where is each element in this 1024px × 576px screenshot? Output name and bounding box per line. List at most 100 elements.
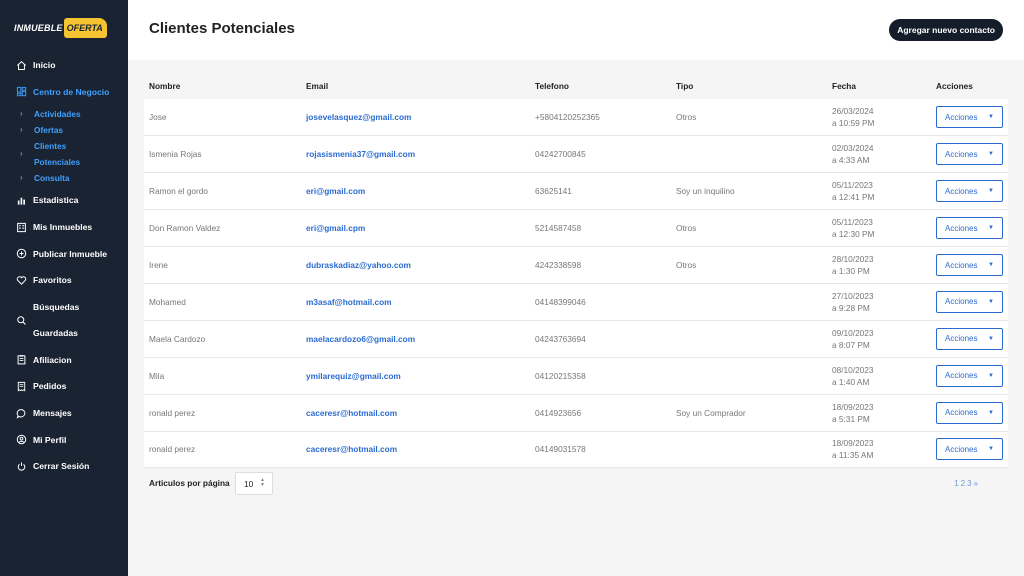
cell-telefono: 04242700845 xyxy=(530,135,671,174)
brand-logo[interactable]: INMUEBLE OFERTA xyxy=(14,17,107,39)
column-header-tipo[interactable]: Tipo xyxy=(671,72,827,99)
actions-dropdown-button[interactable]: Acciones ▼ xyxy=(936,217,1003,240)
cell-email[interactable]: dubraskadiaz@yahoo.com xyxy=(301,246,530,284)
sidebar-item-pedidos[interactable]: Pedidos xyxy=(0,373,128,400)
cell-email[interactable]: m3asaf@hotmail.com xyxy=(301,283,530,321)
cell-nombre: Maela Cardozo xyxy=(144,320,301,358)
sidebar-item-mensajes[interactable]: Mensajes xyxy=(0,400,128,427)
sidebar-item-label: Guardadas xyxy=(33,328,78,339)
sidebar-item-estadistica[interactable]: Estadistica xyxy=(0,187,128,214)
actions-dropdown-button[interactable]: Acciones ▼ xyxy=(936,254,1003,276)
actions-dropdown-button[interactable]: Acciones ▼ xyxy=(936,364,1003,387)
sidebar-subitem-consulta[interactable]: › Consulta xyxy=(20,170,128,186)
sidebar-item-label: Centro de Negocio xyxy=(33,86,110,97)
cell-email[interactable]: josevelasquez@gmail.com xyxy=(301,99,530,137)
sidebar-subitem-label: Ofertas xyxy=(34,125,64,136)
cell-fecha: 02/03/2024 a 4:33 AM xyxy=(827,135,931,174)
cell-fecha: 08/10/2023 a 1:40 AM xyxy=(827,357,931,395)
cell-acciones: Acciones ▼ xyxy=(931,135,1008,174)
fecha-time: a 4:33 AM xyxy=(832,155,870,166)
cell-tipo xyxy=(671,135,827,174)
plus-circle-icon xyxy=(16,248,27,259)
actions-dropdown-button[interactable]: Acciones ▼ xyxy=(936,143,1003,166)
cell-nombre: ronald perez xyxy=(144,394,301,432)
actions-dropdown-button[interactable]: Acciones ▼ xyxy=(936,327,1003,350)
fecha-time: a 10:59 PM xyxy=(832,118,875,129)
actions-label: Acciones xyxy=(945,371,978,381)
sidebar: INMUEBLE OFERTA Inicio Centro de Negocio… xyxy=(0,0,128,576)
sidebar-subitem-label: Consulta xyxy=(34,173,70,184)
actions-dropdown-button[interactable]: Acciones ▼ xyxy=(936,438,1003,461)
sidebar-item-busquedas-guardadas[interactable]: Búsquedas Guardadas xyxy=(0,294,128,347)
actions-dropdown-button[interactable]: Acciones ▼ xyxy=(936,180,1003,203)
power-icon xyxy=(16,461,27,472)
cell-email[interactable]: maelacardozo6@gmail.com xyxy=(301,320,530,358)
page-link-3[interactable]: 3 xyxy=(967,479,971,488)
cell-telefono: 04243763694 xyxy=(530,320,671,358)
actions-label: Acciones xyxy=(945,112,978,122)
caret-down-icon: ▼ xyxy=(988,446,994,453)
cell-email[interactable]: caceresr@hotmail.com xyxy=(301,431,530,469)
cell-telefono: 0414923656 xyxy=(530,394,671,432)
column-header-nombre[interactable]: Nombre xyxy=(144,72,301,99)
per-page-value: 10 xyxy=(244,478,254,489)
cell-email[interactable]: eri@gmail.cpm xyxy=(301,209,530,248)
sidebar-item-cerrar-sesion[interactable]: Cerrar Sesión xyxy=(0,453,128,480)
cell-email[interactable]: eri@gmail.com xyxy=(301,172,530,211)
leads-table-container: Nombre Email Telefono Tipo Fecha Accione… xyxy=(144,72,1008,469)
cell-tipo xyxy=(671,320,827,358)
sidebar-item-mi-perfil[interactable]: Mi Perfil xyxy=(0,426,128,453)
actions-dropdown-button[interactable]: Acciones ▼ xyxy=(936,106,1003,129)
per-page-select[interactable]: 10 ▲ ▼ xyxy=(235,472,273,495)
actions-dropdown-button[interactable]: Acciones ▼ xyxy=(936,290,1003,313)
cell-nombre: ronald perez xyxy=(144,431,301,469)
column-header-acciones: Acciones xyxy=(931,72,1008,99)
fecha-time: a 9:28 PM xyxy=(832,302,870,313)
cell-email[interactable]: caceresr@hotmail.com xyxy=(301,394,530,432)
updown-chevron-icon: ▲ ▼ xyxy=(260,477,265,488)
cell-tipo: Otros xyxy=(671,209,827,248)
sidebar-item-label: Cerrar Sesión xyxy=(33,461,90,472)
page-title: Clientes Potenciales xyxy=(149,20,295,37)
page-link-2[interactable]: 2 xyxy=(961,479,965,488)
cell-acciones: Acciones ▼ xyxy=(931,431,1008,469)
caret-down-icon: ▼ xyxy=(988,262,994,268)
sidebar-subitem-ofertas[interactable]: › Ofertas xyxy=(20,122,128,138)
actions-label: Acciones xyxy=(945,408,978,418)
sidebar-subitem-clientes-potenciales[interactable]: › Clientes Potenciales xyxy=(20,138,128,170)
actions-label: Acciones xyxy=(945,186,978,196)
actions-dropdown-button[interactable]: Acciones ▼ xyxy=(936,401,1003,424)
cell-acciones: Acciones ▼ xyxy=(931,320,1008,358)
column-header-fecha[interactable]: Fecha xyxy=(827,72,931,99)
page-next-link[interactable]: » xyxy=(974,479,978,488)
leads-table: Nombre Email Telefono Tipo Fecha Accione… xyxy=(144,72,1008,469)
pagination: 1 2 3 » xyxy=(954,479,978,488)
dashboard-icon xyxy=(16,86,27,97)
column-header-email[interactable]: Email xyxy=(301,72,530,99)
page-link-1[interactable]: 1 xyxy=(954,479,958,488)
sidebar-item-label: Publicar Inmueble xyxy=(33,248,108,259)
cell-tipo: Soy un inquilino xyxy=(671,172,827,211)
add-contact-button[interactable]: Agregar nuevo contacto xyxy=(889,19,1003,41)
cell-acciones: Acciones ▼ xyxy=(931,246,1008,284)
sidebar-item-afiliacion[interactable]: Afiliacion xyxy=(0,347,128,374)
sidebar-item-inicio[interactable]: Inicio xyxy=(0,52,128,79)
sidebar-item-favoritos[interactable]: Favoritos xyxy=(0,267,128,294)
cell-telefono: 04149031578 xyxy=(530,431,671,469)
fecha-time: a 1:30 PM xyxy=(832,266,870,276)
fecha-date: 26/03/2024 xyxy=(832,106,874,117)
column-header-telefono[interactable]: Telefono xyxy=(530,72,671,99)
fecha-time: a 12:30 PM xyxy=(832,229,875,240)
sidebar-item-centro-de-negocio[interactable]: Centro de Negocio xyxy=(0,79,128,106)
cell-acciones: Acciones ▼ xyxy=(931,394,1008,432)
cell-tipo xyxy=(671,283,827,321)
search-icon xyxy=(16,315,27,326)
sidebar-item-mis-inmuebles[interactable]: Mis Inmuebles xyxy=(0,214,128,241)
cell-email[interactable]: ymilarequiz@gmail.com xyxy=(301,357,530,395)
cell-fecha: 05/11/2023 a 12:41 PM xyxy=(827,172,931,211)
cell-email[interactable]: rojasismenia37@gmail.com xyxy=(301,135,530,174)
sidebar-subitem-actividades[interactable]: › Actividades xyxy=(20,106,128,122)
sidebar-item-publicar-inmueble[interactable]: Publicar Inmueble xyxy=(0,240,128,267)
cell-tipo: Otros xyxy=(671,99,827,137)
sidebar-subitem-label: Potenciales xyxy=(34,157,81,168)
